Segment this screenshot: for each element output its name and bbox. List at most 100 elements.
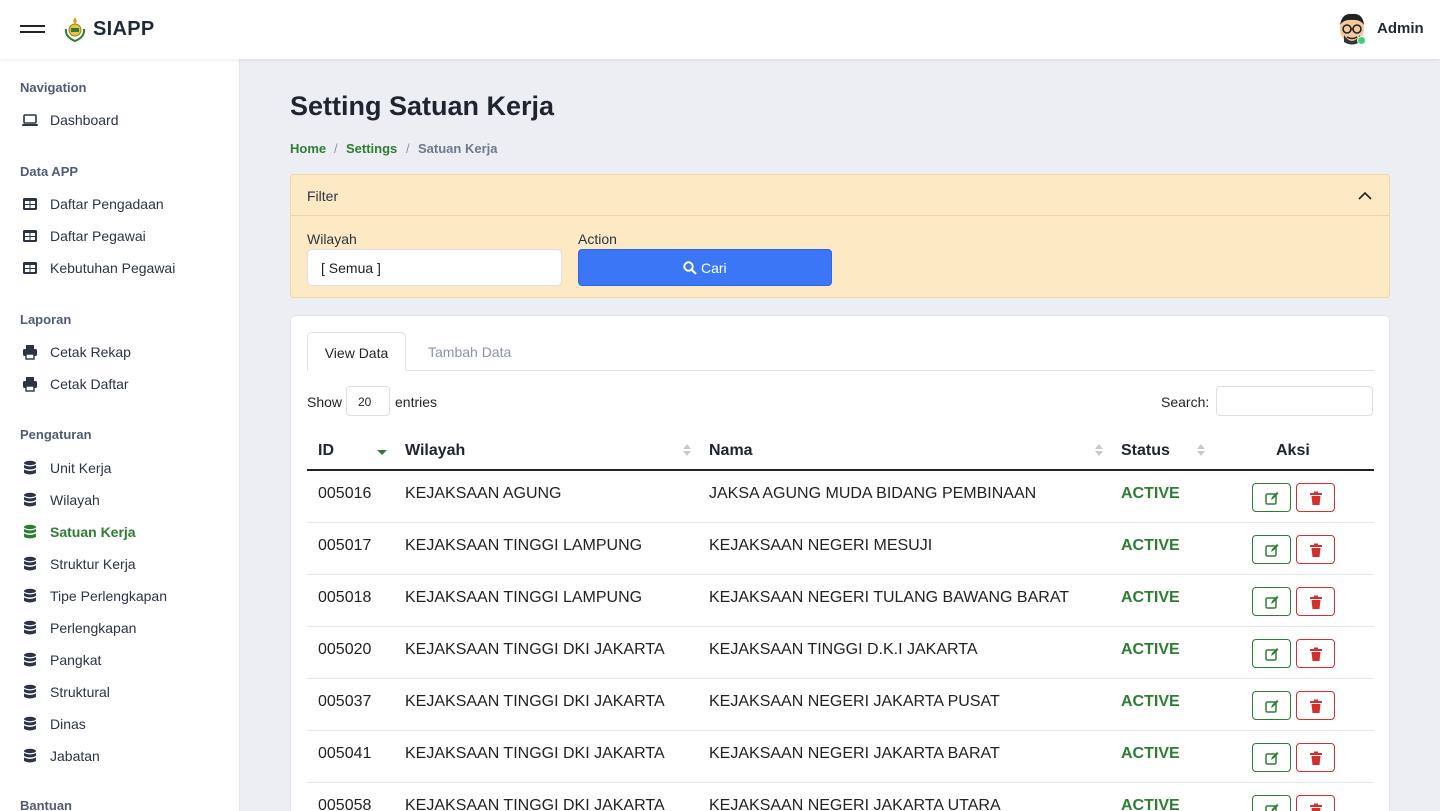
sort-desc-icon[interactable] (377, 442, 387, 458)
cell-id: 005058 (318, 797, 372, 811)
sidebar-item-label: Kebutuhan Pegawai (50, 260, 176, 276)
filter-panel: Filter Wilayah Action [ Semua ] Cari (290, 174, 1390, 298)
breadcrumb-settings[interactable]: Settings (346, 141, 397, 156)
cell-id: 005018 (318, 589, 372, 606)
edit-icon (1265, 544, 1279, 557)
delete-button[interactable] (1296, 483, 1335, 512)
database-icon (24, 588, 36, 603)
sidebar-item-label: Tipe Perlengkapan (50, 588, 168, 604)
sidebar-section-laporan: Laporan (20, 312, 72, 327)
table-row: 005016 KEJAKSAAN AGUNG JAKSA AGUNG MUDA … (307, 471, 1374, 523)
column-header-id[interactable]: ID (318, 442, 334, 460)
edit-icon (1265, 648, 1279, 661)
status-badge: ACTIVE (1121, 797, 1180, 811)
column-header-wilayah[interactable]: Wilayah (405, 442, 465, 460)
delete-button[interactable] (1296, 535, 1335, 564)
sidebar-item-label: Jabatan (50, 748, 100, 764)
sidebar-item-label: Dashboard (50, 112, 119, 128)
delete-button[interactable] (1296, 587, 1335, 616)
sort-icon[interactable] (1094, 442, 1104, 458)
tab-view-data[interactable]: View Data (307, 332, 406, 371)
user-name[interactable]: Admin (1377, 20, 1424, 37)
sort-icon[interactable] (1196, 442, 1206, 458)
column-header-nama[interactable]: Nama (709, 442, 753, 460)
delete-button[interactable] (1296, 743, 1335, 772)
sidebar-item-label: Cetak Daftar (50, 376, 129, 392)
table-icon (23, 262, 37, 274)
edit-icon (1265, 700, 1279, 713)
edit-icon (1265, 752, 1279, 765)
sidebar-item-satuan-kerja[interactable]: Satuan Kerja (0, 518, 239, 546)
cell-wilayah: KEJAKSAAN TINGGI DKI JAKARTA (405, 693, 665, 710)
cari-button[interactable]: Cari (578, 249, 832, 286)
database-icon (24, 620, 36, 635)
sidebar-item-unit-kerja[interactable]: Unit Kerja (0, 454, 239, 482)
search-label: Search: (1161, 394, 1210, 410)
sidebar-item-perlengkapan[interactable]: Perlengkapan (0, 614, 239, 642)
trash-icon (1310, 543, 1322, 557)
action-label: Action (578, 231, 617, 247)
cell-nama: JAKSA AGUNG MUDA BIDANG PEMBINAAN (709, 485, 1037, 502)
trash-icon (1310, 647, 1322, 661)
online-status-dot (1357, 36, 1366, 45)
trash-icon (1310, 699, 1322, 713)
edit-button[interactable] (1252, 691, 1291, 720)
sidebar-item-cetak-rekap[interactable]: Cetak Rekap (0, 338, 239, 366)
sidebar-item-wilayah[interactable]: Wilayah (0, 486, 239, 514)
cell-nama: KEJAKSAAN NEGERI JAKARTA PUSAT (709, 693, 1000, 710)
edit-button[interactable] (1252, 587, 1291, 616)
edit-button[interactable] (1252, 639, 1291, 668)
hamburger-menu-icon[interactable] (20, 22, 45, 38)
brand-name[interactable]: SIAPP (93, 18, 155, 41)
breadcrumb-separator: / (334, 141, 338, 156)
status-badge: ACTIVE (1121, 485, 1180, 502)
status-badge: ACTIVE (1121, 589, 1180, 606)
table-row: 005058 KEJAKSAAN TINGGI DKI JAKARTA KEJA… (307, 783, 1374, 811)
delete-button[interactable] (1296, 691, 1335, 720)
sidebar-item-tipe-perlengkapan[interactable]: Tipe Perlengkapan (0, 582, 239, 610)
sidebar-item-dinas[interactable]: Dinas (0, 710, 239, 738)
sidebar-item-daftar-pengadaan[interactable]: Daftar Pengadaan (0, 190, 239, 218)
cell-id: 005037 (318, 693, 372, 710)
sidebar-item-daftar-pegawai[interactable]: Daftar Pegawai (0, 222, 239, 250)
delete-button[interactable] (1296, 639, 1335, 668)
database-icon (24, 556, 36, 571)
delete-button[interactable] (1296, 795, 1335, 811)
sidebar-item-label: Wilayah (50, 492, 100, 508)
sidebar-item-struktur-kerja[interactable]: Struktur Kerja (0, 550, 239, 578)
search-icon (683, 261, 697, 275)
sort-icon[interactable] (682, 442, 692, 458)
cell-nama: KEJAKSAAN NEGERI MESUJI (709, 537, 933, 554)
breadcrumb-home[interactable]: Home (290, 141, 326, 156)
sidebar-item-pangkat[interactable]: Pangkat (0, 646, 239, 674)
filter-title: Filter (307, 188, 339, 204)
sidebar-item-struktural[interactable]: Struktural (0, 678, 239, 706)
chevron-up-icon[interactable] (1357, 188, 1373, 204)
sidebar: Navigation Dashboard Data APP Daftar Pen… (0, 59, 240, 811)
sidebar-item-cetak-daftar[interactable]: Cetak Daftar (0, 370, 239, 398)
table-search-input[interactable] (1216, 386, 1373, 416)
edit-button[interactable] (1252, 483, 1291, 512)
sidebar-item-jabatan[interactable]: Jabatan (0, 742, 239, 770)
wilayah-select[interactable]: [ Semua ] (307, 249, 562, 286)
sidebar-section-bantuan: Bantuan (20, 798, 72, 811)
entries-select[interactable]: 20 (346, 386, 390, 416)
top-navbar: SIAPP Admin (0, 0, 1440, 59)
cell-id: 005016 (318, 485, 372, 502)
sidebar-item-label: Unit Kerja (50, 460, 112, 476)
database-icon (24, 492, 36, 507)
edit-button[interactable] (1252, 535, 1291, 564)
sidebar-item-kebutuhan-pegawai[interactable]: Kebutuhan Pegawai (0, 254, 239, 282)
filter-header[interactable]: Filter (291, 175, 1389, 216)
table-icon (23, 230, 37, 242)
column-header-status[interactable]: Status (1121, 442, 1170, 460)
status-badge: ACTIVE (1121, 745, 1180, 762)
cell-id: 005017 (318, 537, 372, 554)
sidebar-item-dashboard[interactable]: Dashboard (0, 106, 239, 134)
edit-button[interactable] (1252, 743, 1291, 772)
edit-icon (1265, 804, 1279, 811)
table-icon (23, 198, 37, 210)
edit-button[interactable] (1252, 795, 1291, 811)
tab-tambah-data[interactable]: Tambah Data (428, 332, 511, 371)
sidebar-item-label: Daftar Pegawai (50, 228, 146, 244)
